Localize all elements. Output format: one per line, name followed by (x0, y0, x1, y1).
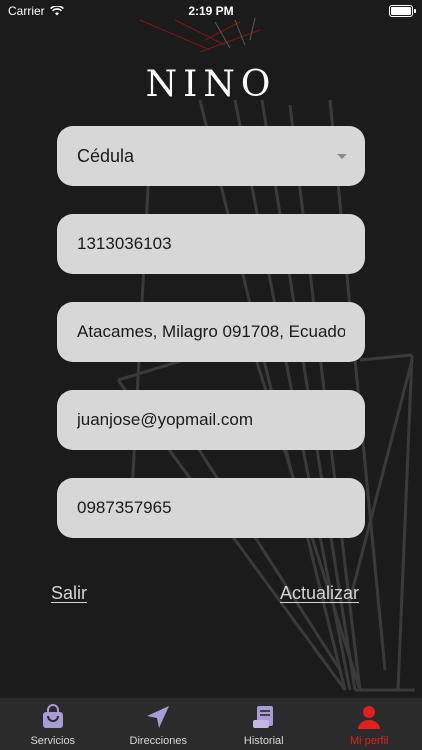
tab-historial-label: Historial (243, 735, 284, 747)
document-type-select[interactable]: Cédula (57, 126, 365, 186)
phone-field[interactable]: 0987357965 (57, 478, 365, 538)
person-icon (358, 706, 381, 729)
email-field[interactable]: juanjose@yopmail.com (57, 390, 365, 450)
status-bar: Carrier 2:19 PM (0, 0, 422, 22)
shopping-bag-icon (42, 704, 63, 728)
id-number-field[interactable]: 1313036103 (57, 214, 365, 274)
receipt-icon (252, 706, 273, 728)
id-number-value: 1313036103 (77, 234, 172, 253)
address-field[interactable]: Atacames, Milagro 091708, Ecuador (57, 302, 365, 362)
tab-servicios-label: Servicios (30, 735, 76, 747)
battery-icon (389, 5, 416, 17)
address-value: Atacames, Milagro 091708, Ecuador (77, 322, 345, 341)
phone-value: 0987357965 (77, 498, 172, 517)
update-link[interactable]: Actualizar (280, 583, 359, 604)
chevron-down-icon (337, 154, 347, 159)
tab-direcciones[interactable]: Direcciones (106, 698, 212, 750)
tab-bar: Servicios Direcciones Historial Mi perfi… (0, 698, 422, 750)
tab-mi-perfil[interactable]: Mi perfil (317, 698, 422, 750)
email-value: juanjose@yopmail.com (77, 410, 254, 429)
tab-mi-perfil-label: Mi perfil (349, 735, 389, 747)
tab-historial[interactable]: Historial (211, 698, 317, 750)
navigation-arrow-icon (147, 706, 170, 728)
brand-logo: NINO (145, 64, 277, 105)
tab-direcciones-label: Direcciones (129, 735, 187, 747)
status-time: 2:19 PM (188, 4, 234, 18)
background-decoration (116, 17, 415, 692)
tab-servicios[interactable]: Servicios (0, 698, 106, 750)
document-type-value: Cédula (77, 145, 135, 166)
logout-link[interactable]: Salir (51, 583, 87, 604)
